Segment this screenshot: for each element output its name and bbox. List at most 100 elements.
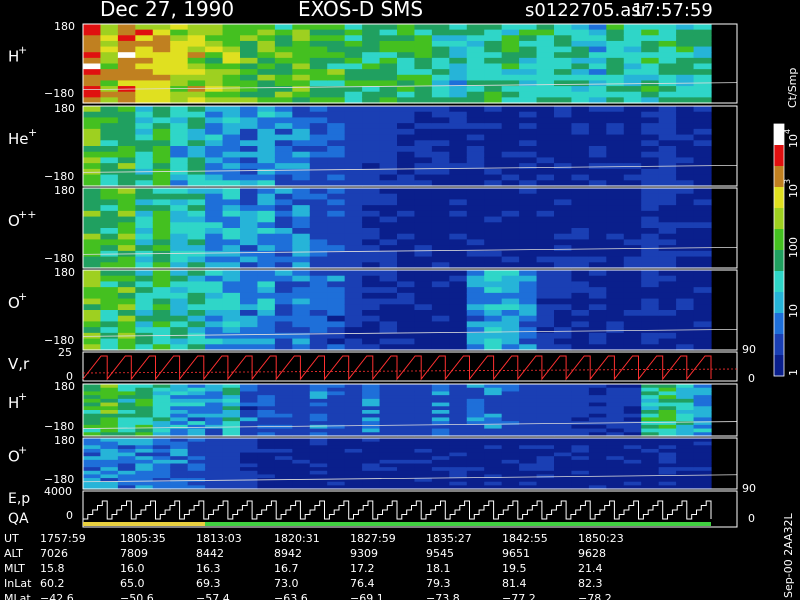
heat-cell bbox=[414, 193, 433, 201]
heat-cell bbox=[501, 174, 520, 181]
heat-cell bbox=[554, 413, 573, 419]
heat-cell bbox=[588, 228, 607, 235]
heat-cell bbox=[571, 74, 590, 82]
heat-cell bbox=[379, 338, 398, 345]
heat-cell bbox=[501, 298, 520, 305]
heat-cell bbox=[501, 270, 520, 277]
heat-cell bbox=[362, 327, 381, 334]
heat-cell bbox=[135, 111, 154, 119]
heat-cell bbox=[658, 481, 677, 486]
heat-cell bbox=[344, 210, 363, 218]
heat-cell bbox=[240, 428, 259, 433]
heat-cell bbox=[240, 52, 259, 59]
heat-cell bbox=[588, 481, 607, 486]
heat-cell bbox=[449, 193, 468, 201]
heat-cell bbox=[588, 387, 607, 393]
heat-cell bbox=[240, 40, 259, 48]
heat-cell bbox=[274, 321, 293, 328]
heat-cell bbox=[449, 233, 468, 241]
heat-cell bbox=[135, 310, 154, 317]
heat-cell bbox=[135, 80, 154, 87]
heat-cell bbox=[170, 270, 189, 277]
heat-cell bbox=[152, 40, 171, 48]
heat-cell bbox=[606, 193, 625, 201]
heat-cell bbox=[431, 406, 450, 411]
heat-cell bbox=[205, 327, 224, 334]
heat-cell bbox=[676, 40, 695, 48]
heat-cell bbox=[397, 452, 416, 457]
heat-cell bbox=[152, 327, 171, 334]
heat-cell bbox=[606, 459, 625, 465]
heat-cell bbox=[327, 57, 346, 65]
heat-cell bbox=[397, 106, 416, 113]
heat-cell bbox=[100, 441, 119, 446]
heat-cell bbox=[100, 63, 119, 70]
heat-cell bbox=[414, 281, 433, 288]
heat-cell bbox=[187, 52, 206, 59]
heat-cell bbox=[484, 222, 503, 229]
ep-right-top: 90 bbox=[742, 482, 756, 495]
heat-cell bbox=[292, 63, 311, 70]
heat-cell bbox=[554, 216, 573, 223]
heat-cell bbox=[641, 228, 660, 235]
heat-cell bbox=[693, 256, 712, 263]
heat-cell bbox=[362, 151, 381, 159]
heat-cell bbox=[362, 445, 381, 450]
heat-cell bbox=[641, 57, 660, 65]
heat-cell bbox=[484, 24, 503, 31]
heat-cell bbox=[379, 46, 398, 53]
heat-cell bbox=[449, 391, 468, 396]
heat-cell bbox=[379, 157, 398, 164]
heat-cell bbox=[309, 310, 328, 317]
heat-cell bbox=[501, 111, 520, 119]
heat-cell bbox=[414, 188, 433, 195]
eph-cell: −77.2 bbox=[502, 592, 536, 600]
heat-cell bbox=[344, 315, 363, 323]
heat-cell bbox=[83, 327, 102, 334]
heat-cell bbox=[641, 459, 660, 465]
heat-cell bbox=[588, 402, 607, 407]
heat-cell bbox=[327, 91, 346, 98]
heat-cell bbox=[117, 69, 136, 76]
heat-cell bbox=[274, 188, 293, 195]
heat-cell bbox=[309, 74, 328, 82]
heat-cell bbox=[292, 441, 311, 446]
heat-cell bbox=[135, 452, 154, 457]
heat-cell bbox=[117, 292, 136, 300]
heat-cell bbox=[362, 35, 381, 42]
heat-cell bbox=[205, 29, 224, 36]
heat-cell bbox=[676, 321, 695, 328]
heat-cell bbox=[170, 228, 189, 235]
heat-cell bbox=[344, 459, 363, 465]
heat-cell bbox=[379, 402, 398, 407]
heat-cell bbox=[257, 205, 276, 212]
heat-cell bbox=[519, 168, 538, 176]
heat-cell bbox=[641, 410, 660, 415]
heat-cell bbox=[623, 406, 642, 411]
heat-cell bbox=[484, 448, 503, 454]
heat-cell bbox=[240, 391, 259, 396]
heat-cell bbox=[379, 174, 398, 181]
heat-cell bbox=[135, 387, 154, 393]
heat-cell bbox=[397, 216, 416, 223]
heat-cell bbox=[431, 123, 450, 130]
colorbar-tick: 1 bbox=[787, 369, 800, 376]
heat-cell bbox=[83, 474, 102, 479]
heat-cell bbox=[187, 304, 206, 311]
heat-cell bbox=[414, 315, 433, 323]
heat-cell bbox=[484, 29, 503, 36]
heat-cell bbox=[641, 304, 660, 311]
heat-cell bbox=[222, 24, 241, 31]
heat-cell bbox=[362, 250, 381, 258]
heat-cell bbox=[309, 398, 328, 404]
heat-cell bbox=[152, 174, 171, 181]
heat-cell bbox=[240, 123, 259, 130]
heat-cell bbox=[606, 470, 625, 476]
heat-cell bbox=[693, 52, 712, 59]
heat-cell bbox=[554, 222, 573, 229]
heat-cell bbox=[379, 270, 398, 277]
heat-cell bbox=[501, 470, 520, 476]
heat-cell bbox=[135, 134, 154, 141]
heat-cell bbox=[327, 459, 346, 465]
heat-cell bbox=[83, 304, 102, 311]
